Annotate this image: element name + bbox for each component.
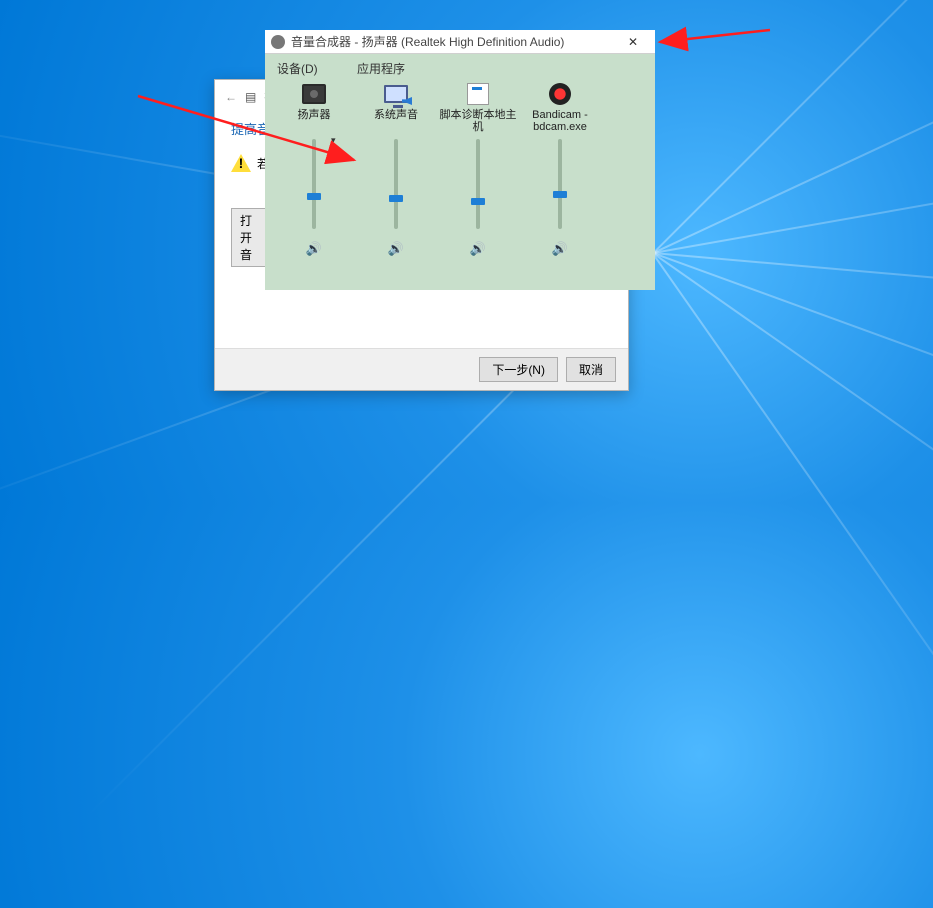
mute-button-device[interactable]: 🔊	[306, 241, 322, 257]
section-label-device: 设备(D)	[277, 60, 357, 77]
channel-label: 系统声音	[374, 109, 418, 135]
volume-mixer-window: 音量合成器 - 扬声器 (Realtek High Definition Aud…	[265, 30, 655, 290]
channel-system-sounds: 系统声音 🔊	[355, 79, 437, 257]
mute-button-system[interactable]: 🔊	[388, 241, 404, 257]
next-button[interactable]: 下一步(N)	[479, 357, 558, 382]
volume-slider-device[interactable]	[312, 139, 316, 229]
channel-label: 脚本诊断本地主机	[437, 109, 519, 135]
device-dropdown-icon[interactable]: ▾	[331, 135, 336, 146]
system-sounds-icon[interactable]	[384, 85, 408, 103]
channel-label: Bandicam - bdcam.exe	[519, 109, 601, 135]
close-button[interactable]: ✕	[613, 30, 653, 54]
back-icon[interactable]: ←	[225, 90, 237, 104]
channel-label: 扬声器	[298, 109, 331, 135]
channel-device: 扬声器 🔊	[273, 79, 355, 257]
mixer-title-text: 音量合成器 - 扬声器 (Realtek High Definition Aud…	[291, 33, 564, 50]
section-label-apps: 应用程序	[357, 60, 405, 77]
script-host-icon[interactable]	[467, 83, 489, 105]
mute-button-bandicam[interactable]: 🔊	[552, 241, 568, 257]
speaker-device-icon[interactable]	[302, 84, 326, 104]
mixer-titlebar: 音量合成器 - 扬声器 (Realtek High Definition Aud…	[265, 30, 655, 54]
volume-slider-bandicam[interactable]	[558, 139, 562, 229]
folder-icon: ▤	[245, 90, 256, 104]
mixer-title-icon	[271, 35, 285, 49]
volume-slider-system[interactable]	[394, 139, 398, 229]
warning-icon: !	[231, 154, 251, 172]
channel-script-host: 脚本诊断本地主机 🔊	[437, 79, 519, 257]
volume-slider-script[interactable]	[476, 139, 480, 229]
channel-bandicam: Bandicam - bdcam.exe 🔊	[519, 79, 601, 257]
mute-button-script[interactable]: 🔊	[470, 241, 486, 257]
bandicam-icon[interactable]	[549, 83, 571, 105]
cancel-button[interactable]: 取消	[566, 357, 616, 382]
